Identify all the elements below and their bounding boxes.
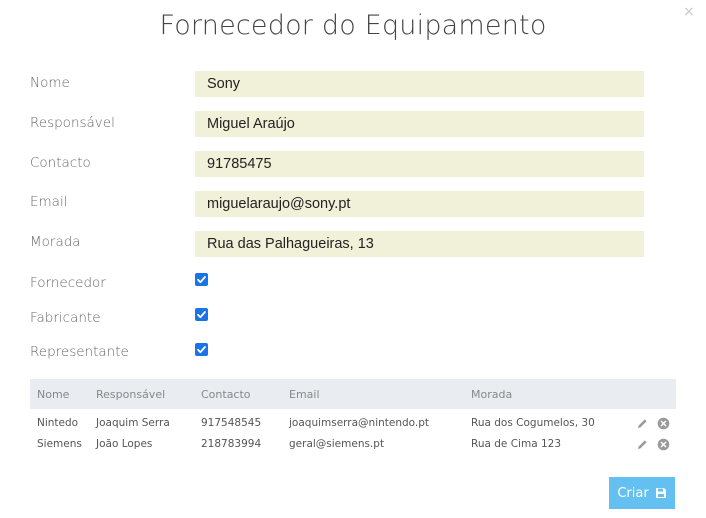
morada-field[interactable] [195, 231, 644, 257]
fabricante-checkbox[interactable] [195, 308, 208, 321]
representante-checkbox[interactable] [195, 343, 208, 356]
floppy-disk-icon [655, 488, 666, 498]
header-contacto: Contacto [201, 388, 251, 401]
cell-contacto: 218783994 [201, 438, 262, 450]
header-responsavel: Responsável [96, 388, 166, 401]
pencil-icon[interactable] [636, 417, 649, 430]
pencil-icon[interactable] [636, 438, 649, 451]
fabricante-label: Fabricante [30, 310, 101, 326]
checkmark-icon [197, 276, 206, 284]
circle-x-icon[interactable] [657, 417, 670, 430]
contacto-field[interactable] [195, 151, 644, 177]
cell-responsavel: João Lopes [96, 438, 153, 450]
responsavel-field[interactable] [195, 111, 644, 137]
create-button-label: Criar [617, 485, 649, 501]
checkmark-icon [197, 311, 206, 319]
cell-nome: Nintedo [37, 417, 79, 429]
header-email: Email [289, 388, 320, 401]
responsavel-label: Responsável [30, 115, 115, 131]
header-morada: Morada [471, 388, 513, 401]
cell-responsavel: Joaquim Serra [96, 417, 170, 429]
contacto-label: Contacto [30, 155, 91, 171]
suppliers-table: Nome Responsável Contacto Email Morada N… [30, 379, 676, 455]
checkmark-icon [197, 346, 206, 354]
close-icon[interactable]: × [683, 4, 695, 20]
cell-email: geral@siemens.pt [289, 438, 385, 450]
nome-label: Nome [30, 75, 70, 91]
cell-contacto: 917548545 [201, 417, 262, 429]
create-button[interactable]: Criar [609, 477, 675, 509]
nome-field[interactable] [195, 71, 644, 97]
representante-label: Representante [30, 344, 129, 360]
header-nome: Nome [37, 388, 70, 401]
cell-morada: Rua dos Cogumelos, 30 [471, 417, 595, 429]
circle-x-icon[interactable] [657, 438, 670, 451]
table-row: Siemens João Lopes 218783994 geral@sieme… [30, 434, 676, 455]
dialog-title: Fornecedor do Equipamento [159, 10, 547, 41]
email-label: Email [30, 194, 68, 210]
fornecedor-label: Fornecedor [30, 275, 106, 291]
cell-email: joaquimserra@nintendo.pt [289, 417, 430, 429]
morada-label: Morada [30, 234, 81, 250]
table-header: Nome Responsável Contacto Email Morada [30, 379, 676, 409]
cell-morada: Rua de Cima 123 [471, 438, 562, 450]
email-field[interactable] [195, 191, 644, 217]
cell-nome: Siemens [37, 438, 82, 450]
fornecedor-checkbox[interactable] [195, 273, 208, 286]
table-row: Nintedo Joaquim Serra 917548545 joaquims… [30, 413, 676, 434]
